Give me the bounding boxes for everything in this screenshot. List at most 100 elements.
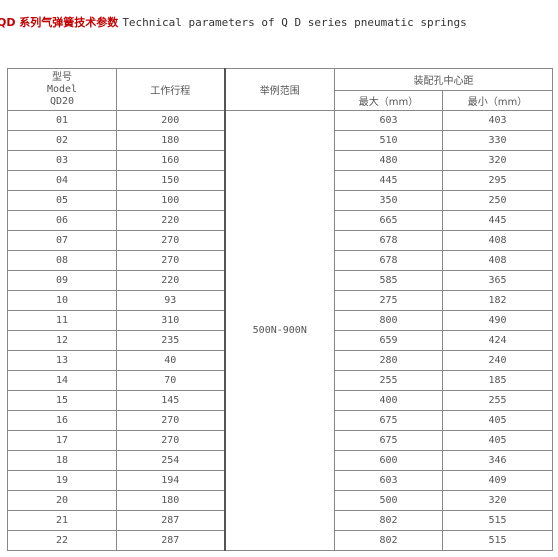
cell-model: 06 bbox=[7, 210, 117, 231]
cell-max: 675 bbox=[334, 410, 443, 431]
cell-max: 675 bbox=[334, 430, 443, 451]
cell-min: 405 bbox=[442, 430, 553, 451]
cell-max: 480 bbox=[334, 150, 443, 171]
cell-stroke: 270 bbox=[116, 230, 226, 251]
cell-model: 13 bbox=[7, 350, 117, 371]
cell-stroke: 235 bbox=[116, 330, 226, 351]
header-model: 型号 Model QD20 bbox=[7, 68, 117, 111]
cell-model: 17 bbox=[7, 430, 117, 451]
cell-min: 408 bbox=[442, 250, 553, 271]
title-english: Technical parameters of Q D series pneum… bbox=[122, 16, 467, 29]
cell-min: 320 bbox=[442, 490, 553, 511]
cell-model: 22 bbox=[7, 530, 117, 551]
cell-model: 18 bbox=[7, 450, 117, 471]
cell-max: 802 bbox=[334, 530, 443, 551]
cell-max: 603 bbox=[334, 470, 443, 491]
cell-max: 678 bbox=[334, 250, 443, 271]
cell-stroke: 180 bbox=[116, 490, 226, 511]
cell-stroke: 160 bbox=[116, 150, 226, 171]
table-row: 01 200 500N-900N 603 403 bbox=[7, 110, 553, 551]
cell-min: 250 bbox=[442, 190, 553, 211]
cell-min: 515 bbox=[442, 510, 553, 531]
cell-stroke: 100 bbox=[116, 190, 226, 211]
header-max: 最大（mm） bbox=[334, 90, 443, 111]
cell-stroke: 180 bbox=[116, 130, 226, 151]
header-model-en: Model bbox=[46, 83, 78, 95]
cell-max: 665 bbox=[334, 210, 443, 231]
cell-max: 585 bbox=[334, 270, 443, 291]
cell-stroke: 287 bbox=[116, 530, 226, 551]
cell-model: 15 bbox=[7, 390, 117, 411]
cell-max: 603 bbox=[334, 110, 443, 131]
cell-min: 255 bbox=[442, 390, 553, 411]
cell-stroke: 220 bbox=[116, 270, 226, 291]
cell-max: 280 bbox=[334, 350, 443, 371]
cell-model: 12 bbox=[7, 330, 117, 351]
cell-min: 320 bbox=[442, 150, 553, 171]
cell-stroke: 270 bbox=[116, 430, 226, 451]
cell-stroke: 150 bbox=[116, 170, 226, 191]
header-center-distance: 装配孔中心距 bbox=[334, 68, 553, 91]
cell-model: 07 bbox=[7, 230, 117, 251]
cell-max: 500 bbox=[334, 490, 443, 511]
cell-stroke: 194 bbox=[116, 470, 226, 491]
cell-stroke: 310 bbox=[116, 310, 226, 331]
header-model-cn: 型号 bbox=[52, 71, 72, 83]
cell-max: 800 bbox=[334, 310, 443, 331]
cell-min: 490 bbox=[442, 310, 553, 331]
cell-max: 445 bbox=[334, 170, 443, 191]
cell-min: 409 bbox=[442, 470, 553, 491]
cell-model: 03 bbox=[7, 150, 117, 171]
cell-max: 350 bbox=[334, 190, 443, 211]
cell-stroke: 40 bbox=[116, 350, 226, 371]
cell-min: 405 bbox=[442, 410, 553, 431]
cell-model: 14 bbox=[7, 370, 117, 391]
cell-stroke: 270 bbox=[116, 410, 226, 431]
cell-min: 424 bbox=[442, 330, 553, 351]
cell-model: 10 bbox=[7, 290, 117, 311]
cell-min: 182 bbox=[442, 290, 553, 311]
cell-max: 255 bbox=[334, 370, 443, 391]
cell-stroke: 93 bbox=[116, 290, 226, 311]
header-force-range: 举例范围 bbox=[224, 68, 335, 111]
cell-max: 802 bbox=[334, 510, 443, 531]
cell-min: 185 bbox=[442, 370, 553, 391]
cell-stroke: 254 bbox=[116, 450, 226, 471]
cell-max: 659 bbox=[334, 330, 443, 351]
cell-min: 445 bbox=[442, 210, 553, 231]
cell-model: 09 bbox=[7, 270, 117, 291]
cell-stroke: 287 bbox=[116, 510, 226, 531]
header-model-code: QD20 bbox=[49, 95, 75, 107]
cell-min: 295 bbox=[442, 170, 553, 191]
cell-min: 408 bbox=[442, 230, 553, 251]
cell-model: 02 bbox=[7, 130, 117, 151]
cell-min: 346 bbox=[442, 450, 553, 471]
cell-min: 515 bbox=[442, 530, 553, 551]
cell-model: 01 bbox=[7, 110, 117, 131]
cell-stroke: 70 bbox=[116, 370, 226, 391]
header-min: 最小（mm） bbox=[442, 90, 553, 111]
cell-max: 600 bbox=[334, 450, 443, 471]
cell-model: 08 bbox=[7, 250, 117, 271]
cell-stroke: 220 bbox=[116, 210, 226, 231]
title-chinese: QD 系列气弹簧技术参数 bbox=[0, 16, 119, 29]
cell-min: 403 bbox=[442, 110, 553, 131]
cell-model: 21 bbox=[7, 510, 117, 531]
cell-min: 365 bbox=[442, 270, 553, 291]
cell-max: 400 bbox=[334, 390, 443, 411]
cell-max: 678 bbox=[334, 230, 443, 251]
header-row: 型号 Model QD20 工作行程 举例范围 装配孔中心距 bbox=[7, 68, 553, 111]
cell-min: 240 bbox=[442, 350, 553, 371]
cell-model: 04 bbox=[7, 170, 117, 191]
cell-max: 275 bbox=[334, 290, 443, 311]
cell-model: 16 bbox=[7, 410, 117, 431]
cell-stroke: 270 bbox=[116, 250, 226, 271]
cell-force-range: 500N-900N bbox=[224, 110, 335, 551]
cell-model: 19 bbox=[7, 470, 117, 491]
parameters-table: 型号 Model QD20 工作行程 举例范围 装配孔中心距 最大（mm） 最小… bbox=[7, 68, 553, 551]
cell-stroke: 200 bbox=[116, 110, 226, 131]
cell-model: 20 bbox=[7, 490, 117, 511]
cell-max: 510 bbox=[334, 130, 443, 151]
cell-model: 11 bbox=[7, 310, 117, 331]
page-title: QD 系列气弹簧技术参数 Technical parameters of Q D … bbox=[0, 14, 467, 30]
